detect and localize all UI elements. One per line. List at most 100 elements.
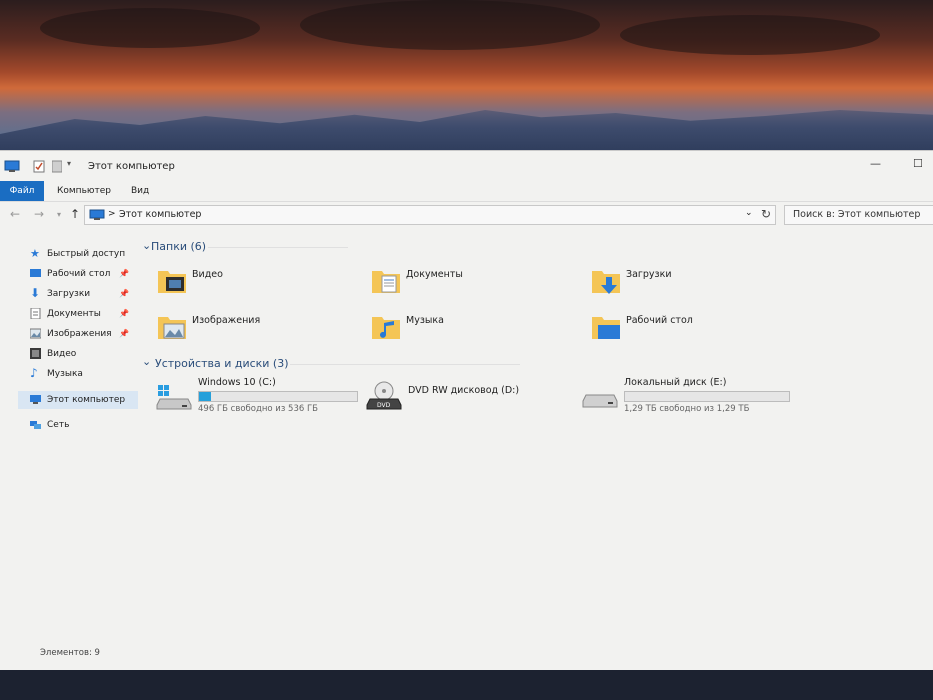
recent-locations-button[interactable]: ▾ bbox=[57, 210, 61, 219]
download-icon: ⬇ bbox=[30, 286, 41, 300]
breadcrumb-separator: > bbox=[108, 209, 116, 219]
sidebar-item-pictures[interactable]: Изображения 📌 bbox=[18, 325, 138, 343]
folders-group-header[interactable]: Папки (6) bbox=[151, 240, 206, 253]
sidebar-item-music[interactable]: ♪ Музыка bbox=[18, 365, 138, 383]
address-field[interactable]: > Этот компьютер ⌄ bbox=[84, 205, 776, 225]
sidebar-item-label: Загрузки bbox=[47, 289, 91, 299]
folder-video[interactable]: Видео bbox=[156, 263, 316, 303]
music-icon: ♪ bbox=[30, 366, 38, 380]
star-icon: ★ bbox=[30, 247, 40, 260]
folder-label: Рабочий стол bbox=[626, 315, 693, 326]
customize-toolbar-icon[interactable]: ▾ bbox=[67, 159, 71, 172]
sidebar-item-label: Сеть bbox=[47, 420, 70, 430]
svg-text:DVD: DVD bbox=[377, 402, 391, 409]
back-button[interactable]: ← bbox=[10, 207, 20, 221]
sidebar-item-network[interactable]: Сеть bbox=[18, 416, 138, 434]
search-input[interactable]: Поиск в: Этот компьютер bbox=[793, 209, 920, 220]
pictures-icon bbox=[30, 328, 41, 339]
folder-documents[interactable]: Документы bbox=[370, 263, 530, 303]
desktop-wallpaper bbox=[0, 0, 933, 160]
documents-folder-icon bbox=[372, 271, 400, 293]
content-pane: ⌄ Папки (6) Видео Документы Загрузки Изо… bbox=[140, 231, 933, 651]
navigation-pane: ★ Быстрый доступ Рабочий стол 📌 ⬇ Загруз… bbox=[18, 243, 138, 643]
window-title: Этот компьютер bbox=[88, 161, 175, 172]
properties-icon[interactable] bbox=[33, 160, 45, 173]
maximize-button[interactable]: ☐ bbox=[913, 157, 923, 170]
sidebar-item-video[interactable]: Видео bbox=[18, 345, 138, 363]
video-folder-icon bbox=[158, 271, 186, 293]
desktop-icon bbox=[30, 269, 41, 277]
computer-icon bbox=[4, 160, 20, 172]
folder-downloads[interactable]: Загрузки bbox=[590, 263, 750, 303]
folder-pictures[interactable]: Изображения bbox=[156, 309, 316, 349]
breadcrumb-location[interactable]: Этот компьютер bbox=[119, 209, 201, 220]
folders-group-toggle[interactable]: ⌄ bbox=[142, 239, 151, 252]
sidebar-item-downloads[interactable]: ⬇ Загрузки 📌 bbox=[18, 285, 138, 303]
mountains bbox=[0, 110, 933, 152]
downloads-folder-icon bbox=[592, 271, 620, 294]
desktop-folder-icon bbox=[592, 317, 620, 339]
documents-icon bbox=[30, 308, 41, 319]
group-divider bbox=[208, 247, 348, 248]
folder-label: Изображения bbox=[192, 315, 261, 326]
drives-group-toggle[interactable]: ⌄ bbox=[142, 355, 151, 368]
video-icon bbox=[30, 348, 41, 359]
drive-label: Windows 10 (C:) bbox=[198, 377, 276, 388]
drive-c[interactable]: Windows 10 (C:) 496 ГБ свободно из 536 Г… bbox=[156, 377, 366, 417]
drive-usage-fill bbox=[199, 392, 211, 401]
local-drive-icon bbox=[582, 394, 618, 408]
drive-free-space: 496 ГБ свободно из 536 ГБ bbox=[198, 404, 318, 414]
sidebar-item-label: Изображения bbox=[47, 329, 112, 339]
drive-e[interactable]: Локальный диск (E:) 1,29 ТБ свободно из … bbox=[582, 377, 802, 417]
pin-icon[interactable]: 📌 bbox=[119, 325, 129, 343]
pictures-folder-icon bbox=[158, 317, 186, 339]
folder-desktop[interactable]: Рабочий стол bbox=[590, 309, 750, 349]
drive-usage-bar bbox=[198, 391, 358, 402]
search-box[interactable]: Поиск в: Этот компьютер bbox=[784, 205, 933, 225]
title-bar: ▾ Этот компьютер — ☐ bbox=[0, 151, 933, 181]
folder-label: Видео bbox=[192, 269, 223, 280]
view-tab[interactable]: Вид bbox=[131, 181, 149, 201]
sidebar-item-label: Документы bbox=[47, 309, 101, 319]
new-folder-icon[interactable] bbox=[52, 160, 62, 173]
drive-label: DVD RW дисковод (D:) bbox=[408, 385, 520, 396]
status-item-count: Элементов: 9 bbox=[40, 648, 100, 658]
minimize-button[interactable]: — bbox=[870, 157, 881, 170]
sidebar-item-desktop[interactable]: Рабочий стол 📌 bbox=[18, 265, 138, 283]
music-folder-icon bbox=[372, 317, 400, 339]
folder-label: Загрузки bbox=[626, 269, 672, 280]
sidebar-item-label: Быстрый доступ bbox=[47, 249, 126, 259]
file-tab[interactable]: Файл bbox=[0, 181, 44, 201]
computer-icon bbox=[30, 395, 41, 404]
folder-music[interactable]: Музыка bbox=[370, 309, 530, 349]
dvd-drive-icon: DVD bbox=[366, 381, 402, 410]
sidebar-item-documents[interactable]: Документы 📌 bbox=[18, 305, 138, 323]
sidebar-item-label: Музыка bbox=[47, 369, 83, 379]
pin-icon[interactable]: 📌 bbox=[119, 285, 129, 303]
forward-button[interactable]: → bbox=[34, 207, 44, 221]
ribbon-tabs: Файл Компьютер Вид bbox=[0, 181, 933, 202]
refresh-icon[interactable]: ↻ bbox=[761, 207, 771, 221]
folder-label: Музыка bbox=[406, 315, 444, 326]
drive-usage-bar bbox=[624, 391, 790, 402]
sidebar-item-label: Рабочий стол bbox=[47, 269, 111, 279]
drive-d[interactable]: DVD DVD RW дисковод (D:) bbox=[366, 377, 586, 417]
address-toolbar: ← → ▾ ↑ > Этот компьютер ⌄ ↻ Поиск в: Эт… bbox=[0, 202, 933, 228]
sidebar-item-label: Видео bbox=[47, 349, 77, 359]
sidebar-item-this-pc[interactable]: Этот компьютер bbox=[18, 391, 138, 409]
taskbar bbox=[0, 670, 933, 700]
computer-tab[interactable]: Компьютер bbox=[57, 181, 111, 201]
drive-free-space: 1,29 ТБ свободно из 1,29 ТБ bbox=[624, 404, 750, 414]
up-button[interactable]: ↑ bbox=[70, 207, 80, 221]
drives-group-header[interactable]: Устройства и диски (3) bbox=[155, 357, 289, 370]
sidebar-item-quick-access[interactable]: ★ Быстрый доступ bbox=[18, 245, 138, 263]
drive-label: Локальный диск (E:) bbox=[624, 377, 727, 388]
computer-icon bbox=[89, 209, 105, 220]
pin-icon[interactable]: 📌 bbox=[119, 305, 129, 323]
address-dropdown-icon[interactable]: ⌄ bbox=[745, 208, 753, 218]
pin-icon[interactable]: 📌 bbox=[119, 265, 129, 283]
folder-label: Документы bbox=[406, 269, 463, 280]
network-icon bbox=[30, 421, 41, 429]
file-explorer-window: ▾ Этот компьютер — ☐ Файл Компьютер Вид … bbox=[0, 150, 933, 671]
sidebar-item-label: Этот компьютер bbox=[47, 395, 126, 405]
